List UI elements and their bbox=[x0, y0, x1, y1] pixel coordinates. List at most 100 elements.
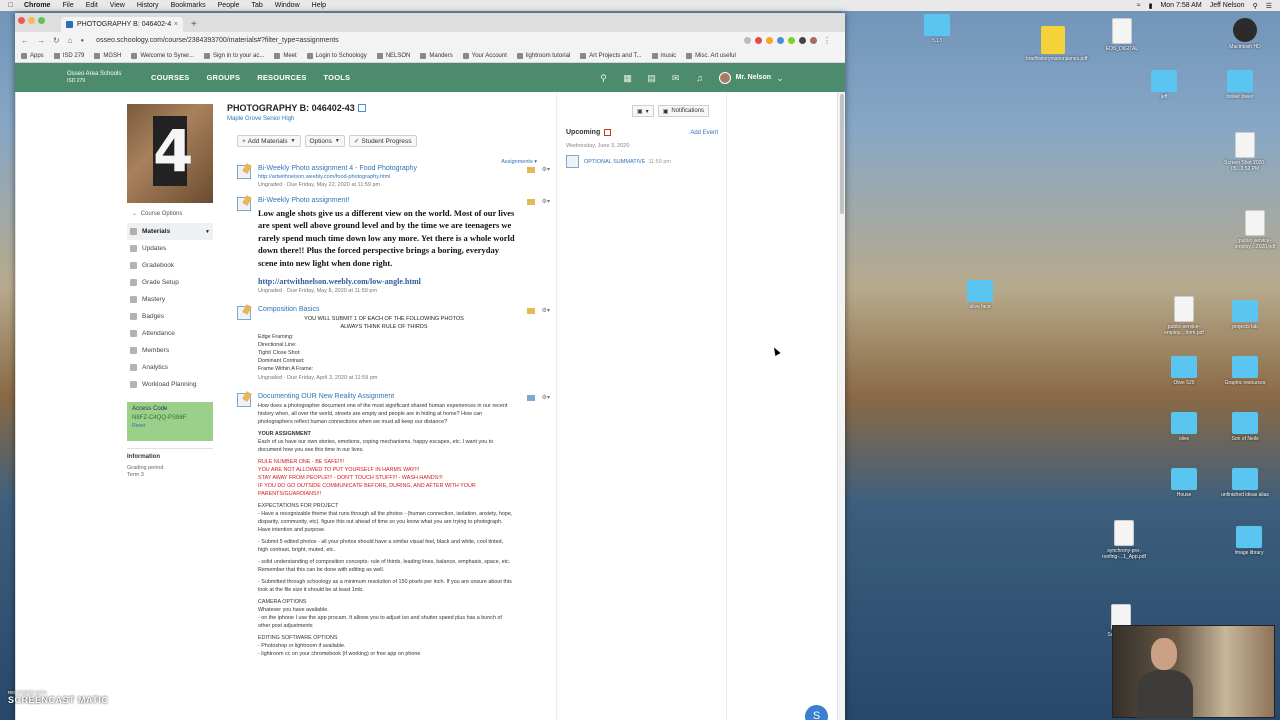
sidebar-item-updates[interactable]: Updates bbox=[127, 240, 213, 257]
menu-history[interactable]: History bbox=[137, 2, 159, 9]
chevron-down-icon[interactable]: ⌄ bbox=[775, 73, 785, 83]
bookmark-item[interactable]: MGSH bbox=[94, 52, 121, 59]
bookmark-item[interactable]: Meet bbox=[274, 52, 297, 59]
desktop-item[interactable]: EOS_DIGITAL bbox=[1095, 18, 1149, 52]
school-link[interactable]: Maple Grove Senior High bbox=[227, 116, 557, 122]
bookmark-item[interactable]: Welcome to Syner... bbox=[131, 52, 194, 59]
bookmark-item[interactable]: Sign in to your ac... bbox=[203, 52, 264, 59]
menu-help[interactable]: Help bbox=[312, 2, 326, 9]
sidebar-item-analytics[interactable]: Analytics bbox=[127, 359, 213, 376]
forward-icon[interactable]: → bbox=[37, 36, 45, 45]
desktop-item[interactable]: toolier tower bbox=[1213, 70, 1267, 100]
folder-icon[interactable] bbox=[526, 307, 535, 314]
sidebar-item-gradebook[interactable]: Gradebook bbox=[127, 257, 213, 274]
folder-icon[interactable] bbox=[526, 198, 535, 205]
home-icon[interactable]: ⌂ bbox=[68, 36, 73, 45]
nav-resources[interactable]: RESOURCES bbox=[257, 73, 306, 82]
bookmark-item[interactable]: Your Account bbox=[462, 52, 507, 59]
extension-icon-2[interactable] bbox=[766, 37, 773, 44]
nav-groups[interactable]: GROUPS bbox=[207, 73, 241, 82]
district-logo[interactable]: Osseo Area Schools ISD 279 bbox=[15, 71, 135, 85]
browser-tab[interactable]: PHOTOGRAPHY B: 046402-4 × bbox=[61, 17, 183, 32]
desktop-item[interactable]: Son of Neils bbox=[1218, 412, 1272, 442]
extension-icon-4[interactable] bbox=[788, 37, 795, 44]
desktop-item[interactable]: 5.13 bbox=[910, 14, 964, 44]
menu-edit[interactable]: Edit bbox=[86, 2, 98, 9]
view-toggle-button[interactable]: ▣ ▾ bbox=[632, 105, 654, 117]
desktop-item[interactable]: public-service-employ....2020.pdf bbox=[1228, 210, 1280, 250]
extension-icon-3[interactable] bbox=[777, 37, 784, 44]
address-bar[interactable]: osseo.schoology.com/course/2384393700/ma… bbox=[92, 37, 740, 44]
course-info-icon[interactable] bbox=[357, 104, 366, 112]
desktop-item[interactable]: Graphic resources bbox=[1218, 356, 1272, 386]
bookmark-item[interactable]: lightroom tutorial bbox=[516, 52, 570, 59]
battery-icon[interactable]: ▮ bbox=[1149, 2, 1153, 10]
menubar-user[interactable]: Jeff Nelson bbox=[1210, 2, 1245, 9]
student-progress-button[interactable]: ✓ Student Progress bbox=[348, 135, 417, 147]
user-avatar[interactable] bbox=[718, 71, 731, 84]
menu-tab[interactable]: Tab bbox=[251, 2, 262, 9]
desktop-item[interactable]: unfinished ideas alias bbox=[1218, 468, 1272, 498]
new-tab-icon[interactable]: + bbox=[191, 19, 197, 32]
page-scrollbar[interactable] bbox=[837, 92, 845, 720]
material-title[interactable]: Bi-Weekly Photo assignment! bbox=[258, 197, 542, 204]
folder-icon[interactable] bbox=[526, 394, 535, 401]
bookmark-item[interactable]: ISD 279 bbox=[53, 52, 84, 59]
gear-icon[interactable]: ⚙▾ bbox=[542, 198, 550, 205]
desktop-item[interactable]: Image library bbox=[1222, 526, 1276, 556]
add-event-link[interactable]: Add Event bbox=[690, 130, 718, 136]
messages-icon[interactable]: ✉ bbox=[671, 73, 681, 83]
bookmark-item[interactable]: Art Projects and T... bbox=[580, 52, 642, 59]
bookmark-item[interactable]: Manders bbox=[420, 52, 453, 59]
sidebar-item-workload-planning[interactable]: Workload Planning bbox=[127, 376, 213, 393]
reload-icon[interactable]: ↻ bbox=[53, 36, 60, 45]
material-title[interactable]: Documenting OUR New Reality Assignment bbox=[258, 393, 542, 400]
notifications-bell-icon[interactable]: ♫ bbox=[695, 73, 705, 83]
menu-list-icon[interactable]: ☰ bbox=[1266, 2, 1272, 10]
gear-icon[interactable]: ⚙▾ bbox=[542, 166, 550, 173]
clock[interactable]: Mon 7:58 AM bbox=[1160, 2, 1201, 9]
material-title[interactable]: Composition Basics bbox=[258, 306, 542, 313]
apple-icon[interactable]:  bbox=[8, 2, 18, 9]
sidebar-item-attendance[interactable]: Attendance bbox=[127, 325, 213, 342]
sidebar-item-members[interactable]: Members bbox=[127, 342, 213, 359]
desktop-item[interactable]: Macintosh HD bbox=[1218, 18, 1272, 50]
desktop-item[interactable]: Olive 529 bbox=[1157, 356, 1211, 386]
apps-grid-icon[interactable]: ▦ bbox=[623, 73, 633, 83]
material-link[interactable]: http://artwithnelson.weebly.com/low-angl… bbox=[258, 277, 542, 286]
gear-icon[interactable]: ⚙▾ bbox=[542, 394, 550, 401]
search-icon[interactable]: ⚲ bbox=[599, 73, 609, 83]
add-materials-button[interactable]: + Add Materials ▼ bbox=[237, 135, 301, 147]
nav-tools[interactable]: TOOLS bbox=[324, 73, 351, 82]
material-title[interactable]: Bi-Weekly Photo assignment 4 - Food Phot… bbox=[258, 165, 542, 172]
minimize-window-icon[interactable] bbox=[28, 17, 35, 24]
desktop-item[interactable]: projects lab bbox=[1218, 300, 1272, 330]
desktop-item[interactable]: jeff bbox=[1137, 70, 1191, 100]
desktop-item[interactable]: House bbox=[1157, 468, 1211, 498]
wifi-icon[interactable]: ≈ bbox=[1137, 2, 1141, 9]
menu-view[interactable]: View bbox=[110, 2, 125, 9]
menu-app[interactable]: Chrome bbox=[24, 2, 50, 9]
course-options[interactable]: ⌄ Course Options bbox=[132, 210, 213, 217]
desktop-item[interactable]: olive bbox=[1157, 412, 1211, 442]
spotlight-icon[interactable]: ⚲ bbox=[1253, 2, 1258, 10]
close-window-icon[interactable] bbox=[18, 17, 25, 24]
desktop-item[interactable]: public-service-employ....form.pdf bbox=[1157, 296, 1211, 336]
nav-courses[interactable]: COURSES bbox=[151, 73, 190, 82]
bookmark-item[interactable]: Apps bbox=[21, 52, 44, 59]
menu-window[interactable]: Window bbox=[275, 2, 300, 9]
course-picture[interactable]: 4 bbox=[127, 104, 213, 203]
sidebar-item-badges[interactable]: Badges bbox=[127, 308, 213, 325]
bookmark-item[interactable]: Login to Schoology bbox=[306, 52, 367, 59]
bookmark-item[interactable]: music bbox=[651, 52, 676, 59]
menu-people[interactable]: People bbox=[218, 2, 240, 9]
gear-icon[interactable]: ⚙▾ bbox=[542, 307, 550, 314]
user-name[interactable]: Mr. Nelson bbox=[736, 74, 771, 81]
sidebar-item-materials[interactable]: Materials ▼ bbox=[127, 223, 213, 240]
notifications-button[interactable]: ▣ Notifications bbox=[657, 105, 710, 117]
desktop-item[interactable]: briefhistorymarionjames.pdf bbox=[1026, 26, 1087, 62]
menu-file[interactable]: File bbox=[62, 2, 73, 9]
bookmark-item[interactable]: NELSON bbox=[376, 52, 410, 59]
desktop-item[interactable]: Screen Shot 2020-05...3.52 PM bbox=[1218, 132, 1272, 172]
close-tab-icon[interactable]: × bbox=[174, 21, 178, 28]
